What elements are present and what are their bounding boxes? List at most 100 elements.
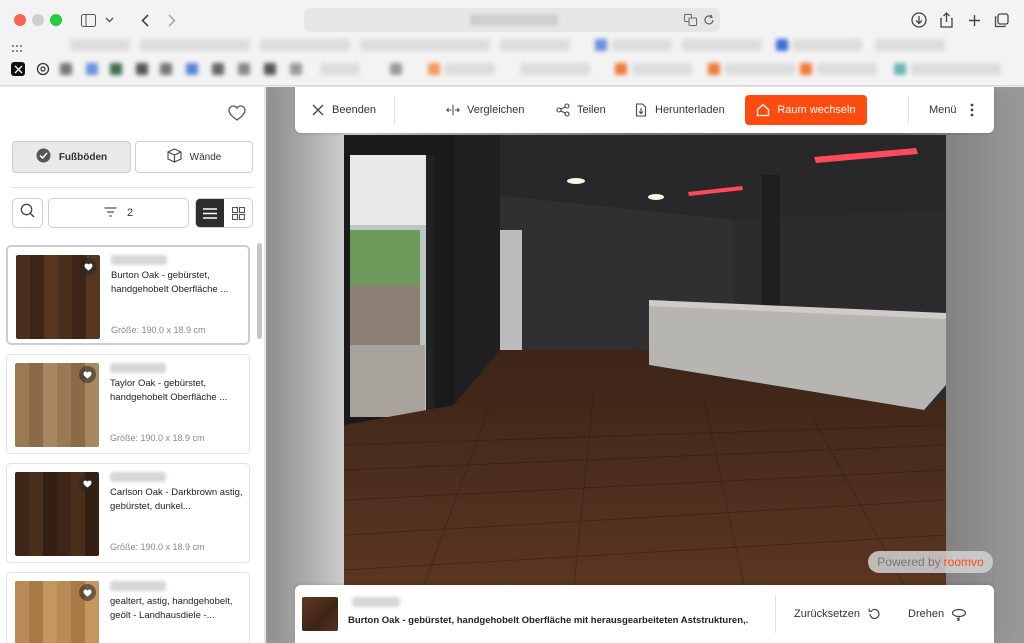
menu-label: Menü <box>929 104 957 116</box>
product-thumbnail <box>15 581 99 643</box>
category-walls-label: Wände <box>189 151 222 163</box>
share-label: Teilen <box>577 104 606 116</box>
category-floors-button[interactable]: Fußböden <box>12 141 131 173</box>
share-icon[interactable] <box>936 9 956 31</box>
switch-room-button[interactable]: Raum wechseln <box>745 95 867 125</box>
download-button[interactable]: Herunterladen <box>634 100 725 120</box>
rotate-icon <box>951 608 967 621</box>
sidebar-icon[interactable] <box>78 9 98 31</box>
tabs-overview-icon[interactable] <box>991 9 1011 31</box>
minimize-window-button[interactable] <box>32 14 44 26</box>
close-window-button[interactable] <box>14 14 26 26</box>
product-card[interactable]: Burton Oak - gebürstet, handgehobelt Obe… <box>6 245 250 345</box>
grid-view-button[interactable] <box>224 199 252 227</box>
product-card[interactable]: Carlson Oak - Darkbrown astig, gebürstet… <box>6 463 250 563</box>
download-label: Herunterladen <box>655 104 725 116</box>
product-title: gealtert, astig, handgehobelt, geölt - L… <box>110 596 233 621</box>
product-thumbnail <box>16 255 100 339</box>
openai-icon[interactable] <box>36 62 50 81</box>
product-card[interactable]: Taylor Oak - gebürstet, handgehobelt Obe… <box>6 354 250 454</box>
product-sidebar: Fußböden Wände 2 Burton Oak - gebürstet,… <box>0 87 265 643</box>
divider <box>394 96 395 124</box>
brand-name-blurred <box>110 472 166 482</box>
chevron-down-icon[interactable] <box>102 9 116 31</box>
url-text-blurred <box>470 14 558 26</box>
divider <box>908 96 909 124</box>
reset-label: Zurücksetzen <box>794 608 861 620</box>
forward-icon[interactable] <box>163 9 181 31</box>
product-title: Carlson Oak - Darkbrown astig, gebürstet… <box>110 487 243 512</box>
product-size: Größe: 190.0 x 18.9 cm <box>111 325 206 335</box>
translate-icon[interactable] <box>684 13 697 31</box>
product-list: Burton Oak - gebürstet, handgehobelt Obe… <box>6 245 250 643</box>
selected-product-bar: Burton Oak - gebürstet, handgehobelt Obe… <box>295 585 994 643</box>
apps-grid-icon[interactable] <box>12 40 22 58</box>
close-label: Beenden <box>332 104 377 116</box>
favorites-heart-icon[interactable] <box>228 105 248 123</box>
powered-by-text: Powered by <box>877 555 941 569</box>
filter-icon <box>104 206 117 220</box>
product-title: Taylor Oak - gebürstet, handgehobelt Obe… <box>110 378 228 403</box>
home-icon <box>757 103 770 117</box>
x-icon[interactable] <box>11 62 25 76</box>
divider <box>775 595 776 633</box>
compare-button[interactable]: Vergleichen <box>446 100 525 120</box>
brand-name-blurred <box>110 363 166 373</box>
product-title: Burton Oak - gebürstet, handgehobelt Obe… <box>111 270 229 295</box>
grid-icon <box>231 206 245 220</box>
view-toggle <box>195 198 253 228</box>
close-icon <box>312 104 324 116</box>
selected-product-title: Burton Oak - gebürstet, handgehobelt Obe… <box>348 615 748 626</box>
menu-button[interactable]: Menü <box>929 100 974 120</box>
kebab-menu-icon <box>970 103 973 117</box>
bookmarks-row2-blurred <box>60 61 1010 77</box>
roomvo-logo: roomvo <box>943 555 984 569</box>
list-view-button[interactable] <box>196 199 224 227</box>
cube-icon <box>167 148 182 166</box>
reset-button[interactable]: Zurücksetzen <box>794 605 881 623</box>
heart-icon[interactable] <box>80 258 97 275</box>
browser-chrome <box>0 0 1024 86</box>
share-nodes-icon <box>556 103 570 117</box>
product-thumbnail <box>15 472 99 556</box>
address-bar[interactable] <box>304 8 720 32</box>
filter-count: 2 <box>126 207 134 219</box>
back-icon[interactable] <box>136 9 154 31</box>
selected-product-thumbnail <box>302 597 338 631</box>
search-icon <box>20 203 35 223</box>
compare-label: Vergleichen <box>467 104 525 116</box>
rotate-label: Drehen <box>908 608 945 620</box>
heart-icon[interactable] <box>79 584 96 601</box>
heart-icon[interactable] <box>79 475 96 492</box>
search-button[interactable] <box>12 198 43 228</box>
list-icon <box>203 207 217 219</box>
filter-button[interactable]: 2 <box>48 198 189 228</box>
compare-icon <box>446 104 460 116</box>
bookmarks-row-blurred <box>70 38 950 52</box>
rotate-button[interactable]: Drehen <box>908 605 967 623</box>
product-thumbnail <box>15 363 99 447</box>
category-floors-label: Fußböden <box>58 151 108 163</box>
product-size: Größe: 190.0 x 18.9 cm <box>110 542 205 552</box>
zoom-window-button[interactable] <box>50 14 62 26</box>
close-button[interactable]: Beenden <box>311 100 376 120</box>
check-circle-icon <box>36 148 51 166</box>
heart-icon[interactable] <box>79 366 96 383</box>
switch-room-label: Raum wechseln <box>777 104 856 116</box>
product-card[interactable]: gealtert, astig, handgehobelt, geölt - L… <box>6 572 250 643</box>
share-button[interactable]: Teilen <box>556 100 606 120</box>
brand-name-blurred <box>111 255 167 265</box>
powered-by-badge[interactable]: Powered by roomvo <box>868 551 993 573</box>
reload-icon[interactable] <box>703 13 715 31</box>
brand-name-blurred <box>110 581 166 591</box>
product-size: Größe: 190.0 x 18.9 cm <box>110 433 205 443</box>
download-icon[interactable] <box>908 9 930 31</box>
category-walls-button[interactable]: Wände <box>135 141 253 173</box>
divider <box>12 187 253 188</box>
room-scene-image <box>344 135 946 585</box>
visualizer-toolbar: Beenden Vergleichen Teilen Herunterladen… <box>295 87 994 133</box>
download-file-icon <box>635 103 647 117</box>
new-tab-icon[interactable] <box>964 9 984 31</box>
brand-name-blurred <box>352 597 400 607</box>
scrollbar[interactable] <box>257 243 262 339</box>
